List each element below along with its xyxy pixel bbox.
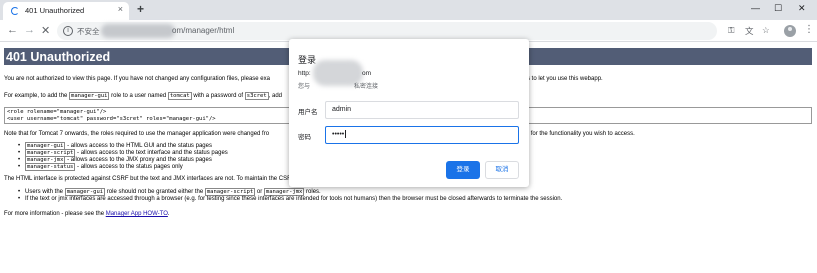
translate-icon[interactable]: 文 — [745, 25, 754, 37]
address-bar[interactable]: i 不安全 om/manager/html ⚿ 文 ☆ — [57, 22, 770, 40]
password-label: 密码 — [298, 134, 311, 141]
username-label: 用户名 — [298, 109, 318, 116]
stop-loading-button[interactable]: ✕ — [41, 24, 50, 37]
cancel-button[interactable]: 取消 — [485, 161, 519, 179]
minimize-button[interactable]: — — [751, 3, 760, 13]
text-caret — [345, 130, 347, 139]
password-field[interactable]: ••••• — [325, 126, 519, 144]
redacted-host — [101, 24, 175, 38]
loading-spinner-icon — [11, 7, 19, 15]
bookmark-star-icon[interactable]: ☆ — [762, 25, 770, 36]
dialog-host-prefix: http: — [298, 70, 311, 77]
tab-close-icon[interactable]: × — [118, 4, 123, 14]
more-info-text: For more information - please see the Ma… — [4, 211, 170, 217]
tab-title: 401 Unauthorized — [25, 6, 85, 15]
dialog-host-suffix: om — [362, 70, 372, 77]
dialog-title: 登录 — [298, 55, 317, 65]
close-window-button[interactable]: ✕ — [798, 3, 806, 14]
tab-strip: 401 Unauthorized × + — ☐ ✕ — [0, 0, 817, 20]
maximize-button[interactable]: ☐ — [774, 3, 782, 14]
site-info-icon[interactable]: i — [63, 26, 73, 36]
browser-tab[interactable]: 401 Unauthorized × — [3, 2, 129, 20]
back-button[interactable]: ← — [7, 24, 18, 36]
profile-avatar[interactable] — [784, 25, 796, 37]
connection-note-prefix: 您与 — [298, 84, 311, 90]
not-secure-label: 不安全 — [77, 27, 100, 36]
connection-note-suffix: 私密连接 — [354, 84, 379, 90]
list-item: If the text or jmx interfaces are access… — [4, 196, 812, 203]
url-path: om/manager/html — [172, 25, 235, 35]
manager-howto-link[interactable]: Manager App HOW-TO — [106, 211, 168, 217]
username-field[interactable]: admin — [325, 101, 519, 119]
new-tab-button[interactable]: + — [137, 2, 144, 16]
code-manager-gui: manager-gui — [69, 92, 110, 100]
menu-icon[interactable]: ⋮ — [804, 24, 814, 35]
list-item: Users with the manager-gui role should n… — [4, 188, 812, 196]
password-key-icon[interactable]: ⚿ — [728, 25, 734, 36]
login-dialog: 登录 http: om 您与 私密连接 用户名 admin 密码 ••••• 登… — [289, 39, 529, 187]
forward-button[interactable]: → — [24, 24, 35, 36]
login-button[interactable]: 登录 — [446, 161, 480, 179]
code-s3cret: s3cret — [244, 92, 269, 100]
code-tomcat: tomcat — [167, 92, 192, 100]
csrf-list: Users with the manager-gui role should n… — [4, 188, 812, 203]
